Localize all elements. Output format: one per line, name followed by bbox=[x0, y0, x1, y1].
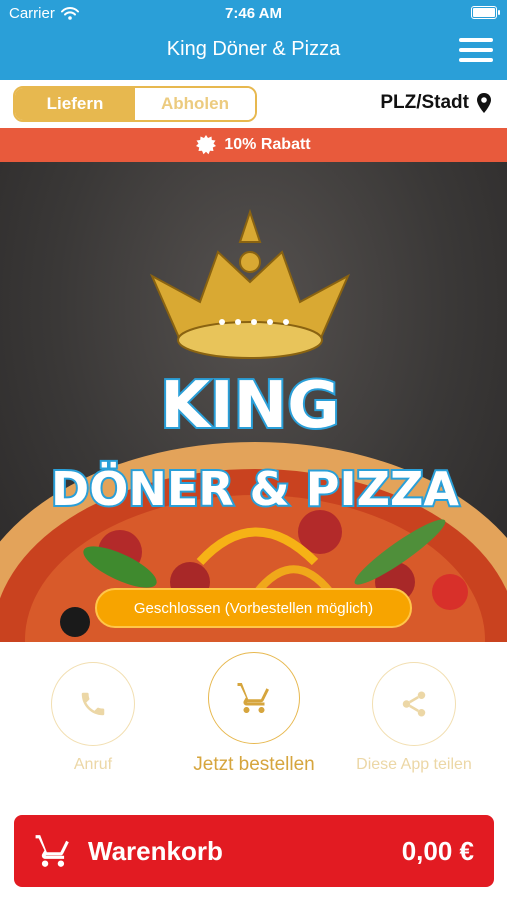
battery-icon bbox=[471, 6, 500, 19]
location-selector[interactable]: PLZ/Stadt bbox=[380, 92, 491, 114]
tab-liefern[interactable]: Liefern bbox=[15, 88, 135, 120]
logo-line2: DÖNER & PIZZA bbox=[51, 462, 459, 516]
discount-banner[interactable]: 10% Rabatt bbox=[0, 128, 507, 162]
call-circle bbox=[51, 662, 135, 746]
share-app-button[interactable]: Diese App teilen bbox=[354, 662, 474, 774]
cart-icon bbox=[237, 683, 269, 713]
crown-logo-icon bbox=[149, 208, 351, 359]
call-button[interactable]: Anruf bbox=[50, 662, 136, 774]
cart-label: Warenkorb bbox=[88, 835, 223, 866]
location-label: PLZ/Stadt bbox=[380, 92, 469, 113]
share-app-label: Diese App teilen bbox=[356, 756, 472, 773]
quick-actions: Anruf Jetzt bestellen Diese App teilen bbox=[0, 642, 507, 807]
cart-total: 0,00 € bbox=[401, 835, 474, 866]
share-icon bbox=[402, 691, 426, 717]
tab-abholen[interactable]: Abholen bbox=[135, 88, 255, 120]
cart-icon bbox=[35, 835, 69, 867]
order-mode-toggle: Liefern Abholen bbox=[13, 86, 257, 122]
cart-button[interactable]: Warenkorb 0,00 € bbox=[14, 815, 494, 887]
call-label: Anruf bbox=[73, 756, 113, 773]
order-now-button[interactable]: Jetzt bestellen bbox=[190, 652, 318, 776]
badge-icon bbox=[196, 135, 217, 155]
share-circle bbox=[372, 662, 456, 746]
status-bar: Carrier 7:46 AM bbox=[0, 0, 507, 26]
hamburger-menu-icon[interactable] bbox=[459, 38, 495, 64]
order-now-label: Jetzt bestellen bbox=[193, 754, 315, 775]
map-pin-icon bbox=[477, 93, 491, 113]
app-header: Carrier 7:46 AM King Döner & Pizza bbox=[0, 0, 507, 80]
order-mode-row: Liefern Abholen PLZ/Stadt bbox=[0, 80, 507, 128]
clock: 7:46 AM bbox=[225, 5, 282, 22]
order-circle bbox=[208, 652, 300, 744]
hero-banner: KING DÖNER & PIZZA Geschlossen (Vorbeste… bbox=[0, 162, 507, 642]
logo-line1: KING bbox=[160, 369, 340, 443]
phone-icon bbox=[81, 692, 105, 716]
discount-label: 10% Rabatt bbox=[224, 136, 311, 153]
page-title: King Döner & Pizza bbox=[166, 38, 341, 60]
store-status-badge[interactable]: Geschlossen (Vorbestellen möglich) bbox=[95, 588, 412, 628]
